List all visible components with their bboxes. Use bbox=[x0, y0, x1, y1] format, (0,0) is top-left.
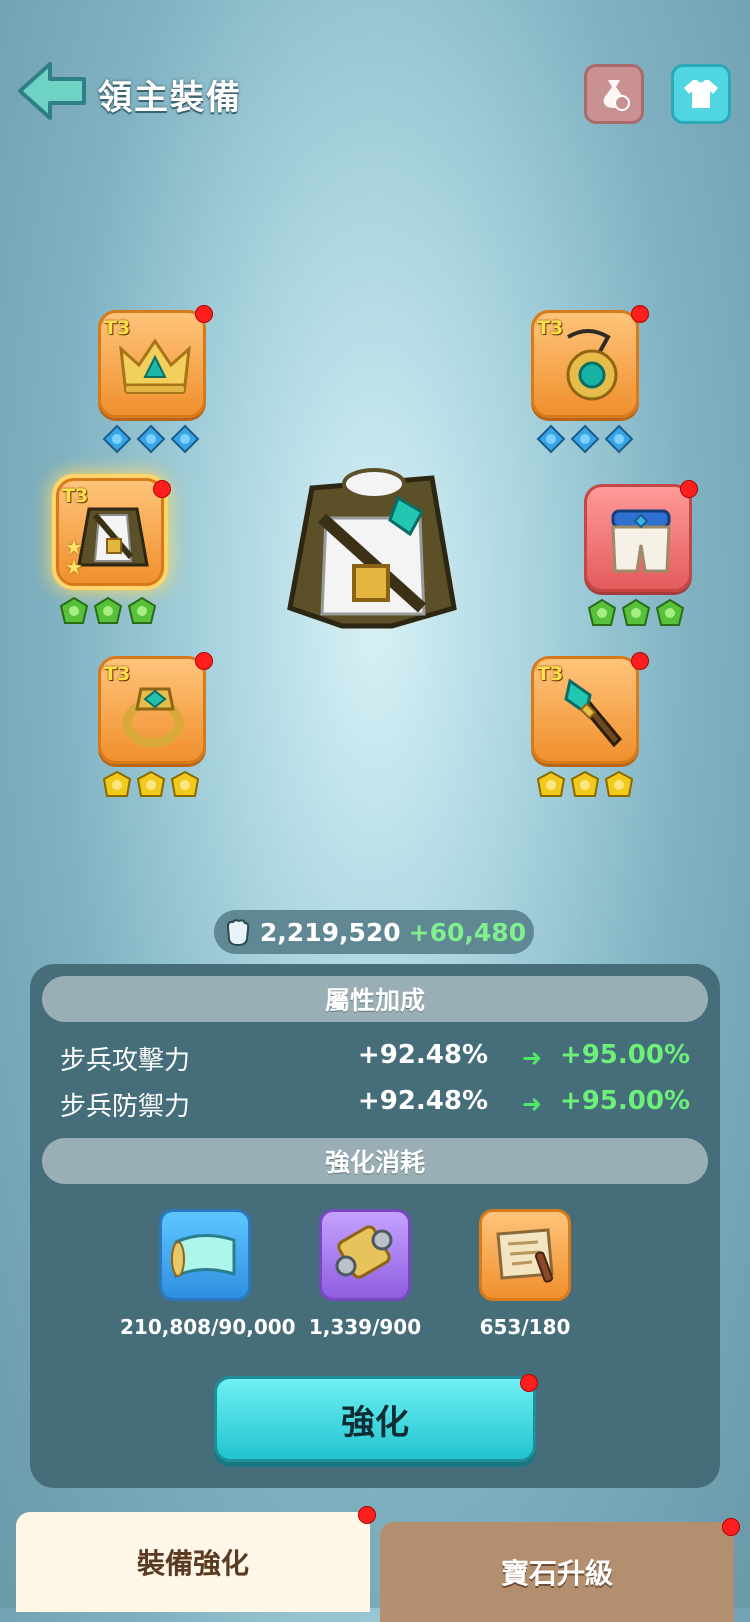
page-title: 領主裝備 bbox=[98, 78, 242, 118]
selected-armor-preview bbox=[287, 468, 457, 629]
attribute-next: +95.00% bbox=[559, 1086, 690, 1116]
scepter-icon bbox=[564, 678, 623, 748]
map-scroll-icon bbox=[496, 1228, 554, 1283]
attribute-name: 步兵攻擊力 bbox=[60, 1046, 191, 1076]
gem-slots-pants bbox=[587, 598, 685, 628]
equipment-slot-amulet[interactable]: T3 bbox=[531, 310, 639, 418]
green-gem-icon bbox=[587, 598, 617, 626]
notification-dot bbox=[195, 652, 213, 670]
notification-dot bbox=[631, 652, 649, 670]
tab-gem-upgrade[interactable]: 寶石升級 bbox=[380, 1522, 734, 1622]
gem-slots-crown bbox=[102, 424, 200, 454]
blue-gem-icon bbox=[136, 424, 166, 454]
notification-dot bbox=[153, 480, 171, 498]
green-gem-icon bbox=[127, 596, 157, 624]
green-gem-icon bbox=[93, 596, 123, 624]
fist-icon bbox=[226, 919, 250, 947]
tab-equipment-enhance[interactable]: 裝備強化 bbox=[16, 1512, 370, 1612]
cost-amount: 210,808/90,000 bbox=[120, 1315, 296, 1339]
equipment-slot-ring[interactable]: T3 bbox=[98, 656, 206, 764]
bag-swap-icon bbox=[603, 80, 630, 111]
notification-dot bbox=[722, 1518, 740, 1536]
green-gem-icon bbox=[59, 596, 89, 624]
power-gain: +60,480 bbox=[408, 917, 527, 947]
blue-gem-icon bbox=[536, 424, 566, 454]
cost-item-thread[interactable]: 1,339/900 bbox=[280, 1209, 450, 1339]
cost-amount: 653/180 bbox=[479, 1315, 571, 1339]
green-gem-icon bbox=[655, 598, 685, 626]
blueprint-scroll-icon bbox=[171, 1234, 236, 1279]
equipment-slot-crown[interactable]: T3 bbox=[98, 310, 206, 418]
back-arrow-icon bbox=[18, 62, 86, 120]
attribute-name: 步兵防禦力 bbox=[60, 1092, 191, 1122]
gold-gem-icon bbox=[604, 770, 634, 797]
blue-gem-icon bbox=[604, 424, 634, 454]
attribute-row: 步兵攻擊力 +92.48% ➜ +95.00% bbox=[60, 1036, 690, 1076]
power-value: 2,219,520 bbox=[259, 917, 401, 947]
ring-icon bbox=[122, 687, 184, 748]
notification-dot bbox=[680, 480, 698, 498]
blue-gem-icon bbox=[102, 424, 132, 454]
enhance-button[interactable]: 強化 bbox=[214, 1376, 536, 1462]
cost-amount: 1,339/900 bbox=[308, 1315, 422, 1339]
attributes-header: 屬性加成 bbox=[42, 976, 708, 1022]
green-gem-icon bbox=[621, 598, 651, 626]
attribute-next: +95.00% bbox=[559, 1040, 690, 1070]
cost-item-map[interactable]: 653/180 bbox=[440, 1209, 610, 1339]
shirt-button[interactable] bbox=[671, 64, 731, 124]
blue-gem-icon bbox=[570, 424, 600, 454]
gold-gem-icon bbox=[170, 770, 200, 797]
thread-spool-icon bbox=[335, 1225, 393, 1279]
star-rating: ★ ★ bbox=[65, 535, 83, 579]
gold-gem-icon bbox=[536, 770, 566, 797]
notification-dot bbox=[520, 1374, 538, 1392]
armor-icon bbox=[77, 507, 149, 567]
attribute-current: +92.48% bbox=[357, 1086, 488, 1116]
attribute-current: +92.48% bbox=[357, 1040, 488, 1070]
gem-slots-armor bbox=[59, 596, 157, 626]
blue-gem-icon bbox=[170, 424, 200, 454]
notification-dot bbox=[358, 1506, 376, 1524]
gold-gem-icon bbox=[136, 770, 166, 797]
gold-gem-icon bbox=[102, 770, 132, 797]
cost-icon-box bbox=[479, 1209, 571, 1301]
crown-icon bbox=[119, 338, 191, 394]
gem-slots-amulet bbox=[536, 424, 634, 454]
arrow-right-icon: ➜ bbox=[521, 1044, 542, 1072]
power-display: 2,219,520 +60,480 bbox=[214, 910, 534, 954]
bag-swap-button[interactable] bbox=[584, 64, 644, 124]
notification-dot bbox=[195, 305, 213, 323]
shirt-icon bbox=[684, 80, 718, 108]
equipment-slot-pants[interactable] bbox=[584, 484, 692, 592]
equipment-slot-armor[interactable]: T3 ★ ★ bbox=[56, 478, 164, 586]
attribute-row: 步兵防禦力 +92.48% ➜ +95.00% bbox=[60, 1082, 690, 1122]
equipment-slot-scepter[interactable]: T3 bbox=[531, 656, 639, 764]
pants-icon bbox=[611, 509, 671, 573]
gem-slots-ring bbox=[102, 770, 200, 800]
gold-gem-icon bbox=[570, 770, 600, 797]
amulet-icon bbox=[566, 329, 618, 401]
gem-slots-scepter bbox=[536, 770, 634, 800]
back-button[interactable] bbox=[16, 60, 88, 122]
cost-header: 強化消耗 bbox=[42, 1138, 708, 1184]
cost-icon-box bbox=[159, 1209, 251, 1301]
cost-icon-box bbox=[319, 1209, 411, 1301]
arrow-right-icon: ➜ bbox=[521, 1090, 542, 1118]
cost-item-blueprint[interactable]: 210,808/90,000 bbox=[120, 1209, 296, 1339]
notification-dot bbox=[631, 305, 649, 323]
